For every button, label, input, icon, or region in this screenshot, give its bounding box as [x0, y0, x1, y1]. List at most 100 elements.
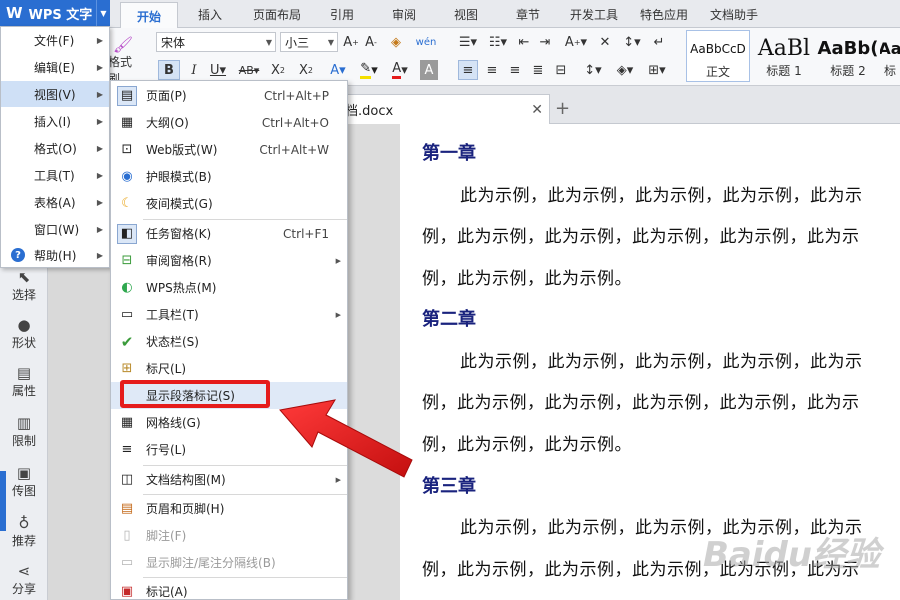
tab-doc-assistant[interactable]: 文档助手	[706, 0, 762, 28]
borders-icon[interactable]: ⊞▾	[644, 60, 670, 80]
menu-item-table[interactable]: 表格(A) ▶	[1, 189, 109, 215]
view-item-doc-map[interactable]: ◫ 文档结构图(M) ▶	[111, 466, 347, 493]
view-item-markup[interactable]: ▣ 标记(A)	[111, 578, 347, 600]
menu-item-label: 窗口(W)	[34, 222, 80, 237]
style-heading-3[interactable]: Aa 标	[880, 30, 900, 82]
view-item-night-mode[interactable]: ☾ 夜间模式(G)	[111, 190, 347, 217]
highlight-icon[interactable]: ✎ ▾	[356, 60, 382, 80]
tab-page-layout[interactable]: 页面布局	[244, 0, 310, 28]
menu-item-label: 标尺(L)	[146, 362, 187, 376]
tab-chapter[interactable]: 章节	[504, 0, 552, 28]
view-item-task-pane[interactable]: ◧ 任务窗格(K) Ctrl+F1	[111, 220, 347, 247]
view-item-eye-protect[interactable]: ◉ 护眼模式(B)	[111, 163, 347, 190]
strikethrough-icon[interactable]: AB▾	[236, 60, 262, 80]
style-normal[interactable]: AaBbCcD 正文	[686, 30, 750, 82]
chevron-down-icon[interactable]: ▼	[96, 0, 110, 26]
sidebar-item-share[interactable]: ⋖ 分享	[0, 556, 48, 600]
view-item-page[interactable]: ▤ 页面(P) Ctrl+Alt+P	[111, 82, 347, 109]
document-tab[interactable]: 档.docx ✕	[340, 94, 550, 124]
sidebar-item-properties[interactable]: ▤ 属性	[0, 358, 48, 404]
font-size-select[interactable]: 小三 ▼	[280, 32, 338, 52]
tab-features[interactable]: 特色应用	[636, 0, 692, 28]
sidebar-item-select[interactable]: ⬉ 选择	[0, 262, 48, 308]
view-item-footnote[interactable]: ▯ 脚注(F)	[111, 522, 347, 549]
grow-font-icon[interactable]: A +	[342, 32, 360, 52]
style-heading-2[interactable]: AaBb( 标题 2	[816, 30, 880, 82]
ribbon: 🖌 格式刷 宋体 ▼ 小三 ▼ A + A- ◈ wén B I U▾ AB▾ X2 …	[0, 28, 900, 86]
tab-insert[interactable]: 插入	[182, 0, 238, 28]
view-item-line-numbers[interactable]: ≡ 行号(L)	[111, 436, 347, 463]
new-tab-icon[interactable]: +	[555, 98, 570, 119]
view-item-header-footer[interactable]: ▤ 页眉和页脚(H)	[111, 495, 347, 522]
justify-icon[interactable]: ≣	[528, 60, 548, 80]
style-heading-1[interactable]: AaBl 标题 1	[752, 30, 816, 82]
distributed-icon[interactable]: ⊟	[551, 60, 571, 80]
shading-icon[interactable]: ◈▾	[612, 60, 638, 80]
bold-icon[interactable]: B	[158, 60, 180, 80]
menu-item-tools[interactable]: 工具(T) ▶	[1, 162, 109, 188]
line-spacing-icon[interactable]: ↕▾	[580, 60, 606, 80]
numbered-list-icon[interactable]: ☷▾	[485, 32, 511, 52]
sidebar-item-label: 推荐	[11, 533, 36, 548]
view-item-outline[interactable]: ▦ 大纲(O) Ctrl+Alt+O	[111, 109, 347, 136]
bullet-list-icon[interactable]: ☰▾	[455, 32, 481, 52]
phonetic-guide-icon[interactable]: wén	[414, 32, 438, 52]
menu-item-help[interactable]: ? 帮助(H) ▶	[1, 242, 109, 268]
tab-references[interactable]: 引用	[318, 0, 366, 28]
menu-item-label: 夜间模式(G)	[146, 197, 213, 211]
sort-icon[interactable]: ↕▾	[620, 32, 644, 52]
sidebar-item-recommend[interactable]: ♁ 推荐	[0, 508, 48, 554]
chevron-right-icon: ▶	[96, 116, 103, 126]
align-right-icon[interactable]: ≡	[505, 60, 525, 80]
menu-item-label: 脚注(F)	[146, 529, 187, 543]
align-center-icon[interactable]: ≡	[482, 60, 502, 80]
view-item-ruler[interactable]: ⊞ 标尺(L)	[111, 355, 347, 382]
menu-item-label: 视图(V)	[34, 87, 76, 102]
menu-item-format[interactable]: 格式(O) ▶	[1, 135, 109, 161]
menu-item-insert[interactable]: 插入(I) ▶	[1, 108, 109, 134]
italic-icon[interactable]: I	[184, 60, 204, 80]
font-color-icon[interactable]: A ▾	[388, 60, 412, 80]
tab-view[interactable]: 视图	[442, 0, 490, 28]
document-page[interactable]: 第一章 此为示例，此为示例，此为示例，此为示例，此为示 例，此为示例，此为示例，…	[400, 124, 900, 600]
superscript-icon[interactable]: X2	[268, 60, 288, 80]
decrease-indent-icon[interactable]: ⇤	[515, 32, 533, 52]
shrink-font-icon[interactable]: A-	[362, 32, 380, 52]
menu-item-label: 护眼模式(B)	[146, 170, 212, 184]
tab-home[interactable]: 开始	[120, 2, 178, 29]
format-painter-label[interactable]: 格式刷	[108, 55, 142, 86]
view-item-wps-hotspot[interactable]: ◐ WPS热点(M)	[111, 274, 347, 301]
close-icon[interactable]: ✕	[531, 102, 543, 118]
view-item-status-bar[interactable]: ✔ 状态栏(S)	[111, 328, 347, 355]
tab-review[interactable]: 审阅	[380, 0, 428, 28]
view-item-gridlines[interactable]: ▦ 网格线(G)	[111, 409, 347, 436]
paragraph-mark-icon[interactable]: ↵	[650, 32, 668, 52]
sidebar-collapse-handle[interactable]	[0, 471, 6, 531]
subscript-icon[interactable]: X2	[296, 60, 316, 80]
align-left-icon[interactable]: ≡	[458, 60, 478, 80]
view-item-web-layout[interactable]: ⊡ Web版式(W) Ctrl+Alt+W	[111, 136, 347, 163]
change-case-icon[interactable]: A + ▾	[562, 32, 590, 52]
menu-item-view[interactable]: 视图(V) ▶	[1, 81, 109, 107]
view-item-toolbar[interactable]: ▭ 工具栏(T) ▶	[111, 301, 347, 328]
menu-item-edit[interactable]: 编辑(E) ▶	[1, 54, 109, 80]
asian-layout-icon[interactable]: ✕	[596, 32, 614, 52]
review-pane-icon: ⊟	[121, 253, 133, 268]
menu-item-file[interactable]: 文件(F) ▶	[1, 27, 109, 53]
view-item-footnote-separator[interactable]: ▭ 显示脚注/尾注分隔线(B)	[111, 549, 347, 576]
tab-developer[interactable]: 开发工具	[566, 0, 622, 28]
underline-icon[interactable]: U▾	[206, 60, 230, 80]
increase-indent-icon[interactable]: ⇥	[536, 32, 554, 52]
wps-menu-button[interactable]: W WPS 文字 ▼	[0, 0, 110, 26]
menu-item-window[interactable]: 窗口(W) ▶	[1, 216, 109, 242]
sidebar-item-shapes[interactable]: ● 形状	[0, 310, 48, 356]
view-item-review-pane[interactable]: ⊟ 审阅窗格(R) ▶	[111, 247, 347, 274]
sidebar-item-restrict[interactable]: ▥ 限制	[0, 408, 48, 454]
chevron-right-icon: ▶	[96, 62, 103, 72]
char-shading-icon[interactable]: A	[420, 60, 438, 80]
text-effect-icon[interactable]: A▾	[326, 60, 350, 80]
font-name-select[interactable]: 宋体 ▼	[156, 32, 276, 52]
sidebar-item-upload-image[interactable]: ▣ 传图	[0, 458, 48, 504]
clear-format-icon[interactable]: ◈	[386, 32, 406, 52]
format-painter-icon[interactable]: 🖌	[112, 34, 134, 54]
